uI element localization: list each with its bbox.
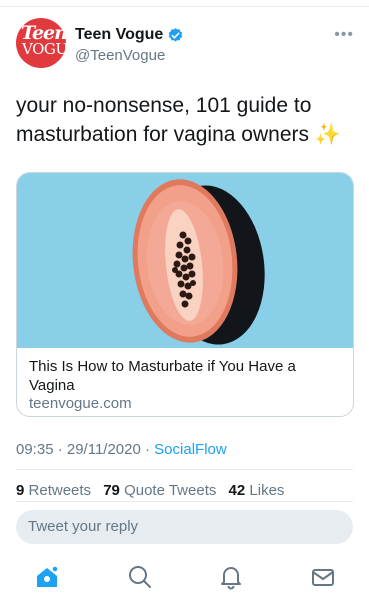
messages-icon[interactable] [310,564,336,590]
retweets-stat[interactable]: 9 Retweets [16,482,99,499]
stats-divider-bottom [16,501,353,502]
search-icon[interactable] [127,564,153,590]
retweets-count: 9 [16,482,25,499]
card-domain: teenvogue.com [29,395,132,412]
home-icon[interactable] [34,564,60,590]
tweet-meta: 09:35 · 29/11/2020 · SocialFlow [16,441,227,458]
tweet-text: your no-nonsense, 101 guide to masturbat… [16,91,356,149]
top-divider [0,6,369,7]
card-title: This Is How to Masturbate if You Have a … [29,358,296,394]
card-image [17,173,353,348]
quote-tweets-stat[interactable]: 79 Quote Tweets [103,482,224,499]
author-handle[interactable]: @TeenVogue [75,47,165,64]
likes-stat[interactable]: 42 Likes [229,482,285,499]
quote-tweets-count: 79 [103,482,120,499]
link-card[interactable]: This Is How to Masturbate if You Have a … [16,172,354,417]
retweets-label: Retweets [28,482,92,499]
tweet-body: your no-nonsense, 101 guide to masturbat… [16,94,312,146]
papaya-image [132,179,265,345]
reply-input[interactable]: Tweet your reply [16,510,353,544]
likes-label: Likes [249,482,285,499]
notifications-icon[interactable] [218,564,244,590]
bottom-tab-bar [0,556,369,600]
quote-tweets-label: Quote Tweets [124,482,217,499]
tweet-source-link[interactable]: SocialFlow [154,441,227,458]
tweet-header: Teen VOGUE Teen Vogue @TeenVogue ••• [16,16,356,72]
avatar-logo-line2: VOGUE [22,40,66,58]
author-name-row: Teen Vogue [75,26,184,44]
sparkles-emoji: ✨ [314,123,341,146]
author-display-name[interactable]: Teen Vogue [75,26,163,44]
more-options-icon[interactable]: ••• [334,26,354,44]
tweet-timestamp: 09:35 · 29/11/2020 · [16,441,155,458]
tweet-stats: 9 Retweets 79 Quote Tweets 42 Likes [16,482,284,499]
reply-placeholder: Tweet your reply [28,518,139,535]
stats-divider-top [16,469,353,470]
verified-badge-icon [169,27,183,42]
likes-count: 42 [228,482,246,499]
avatar[interactable]: Teen VOGUE [16,18,66,68]
